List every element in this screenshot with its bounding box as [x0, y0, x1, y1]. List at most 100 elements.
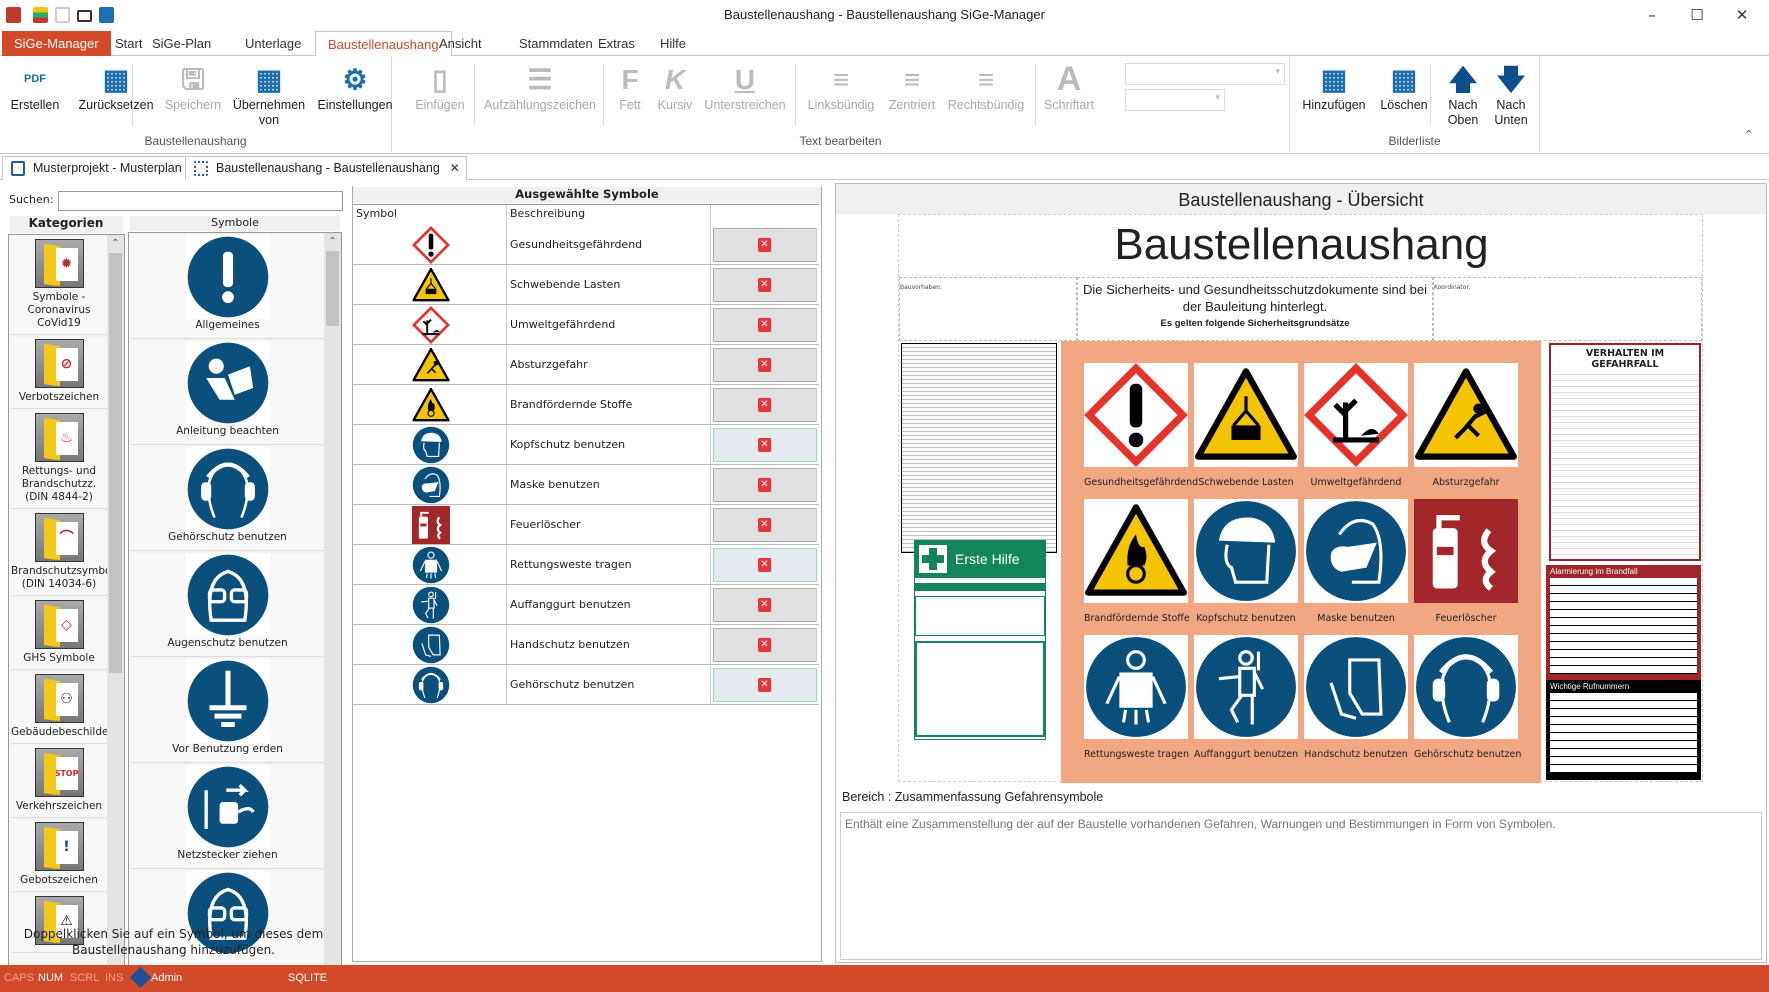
remove-symbol-button[interactable]: ✕ [713, 507, 817, 542]
search-input[interactable] [58, 191, 343, 211]
remove-symbol-button[interactable]: ✕ [713, 667, 817, 702]
poster-sign-label: Gehörschutz benutzen [1414, 749, 1522, 760]
schriftart-button[interactable]: A Schriftart [1040, 60, 1098, 113]
category-item[interactable]: ⊘ Verbotszeichen [11, 337, 107, 409]
remove-symbol-button[interactable]: ✕ [713, 587, 817, 622]
menu-tab-hilfe[interactable]: Hilfe [648, 31, 698, 56]
zentriert-button[interactable]: ≡ Zentriert [880, 60, 944, 113]
menu-tab-extras[interactable]: Extras [586, 31, 647, 56]
nach-unten-button[interactable]: 🡇 Nach Unten [1486, 60, 1536, 128]
remove-symbol-button[interactable]: ✕ [713, 427, 817, 462]
symbol-item[interactable] [131, 871, 324, 975]
column-symbol: Symbol [353, 205, 507, 225]
poster-preview[interactable]: Baustellenaushang Bauvorhaben: Die Siche… [898, 214, 1703, 783]
table-row[interactable]: Auffanggurt benutzen ✕ [353, 585, 819, 625]
symbol-item[interactable]: Augenschutz benutzen [131, 553, 324, 657]
doc-tab-musterplan[interactable]: Musterprojekt - Musterplan✕ [2, 156, 209, 180]
table-row[interactable]: Feuerlöscher ✕ [353, 505, 819, 545]
symbol-item[interactable]: Anleitung beachten [131, 341, 324, 445]
einfügen-button[interactable]: ▯ Einfügen [405, 60, 475, 113]
remove-symbol-button[interactable]: ✕ [713, 547, 817, 582]
selected-symbols-panel: Ausgewählte Symbole Symbol Beschreibung … [352, 186, 822, 962]
table-row[interactable]: Umweltgefährdend ✕ [353, 305, 819, 345]
ins-indicator: INS [105, 972, 124, 984]
symbol-item[interactable]: Gehörschutz benutzen [131, 447, 324, 551]
symbol-item[interactable]: Vor Benutzung erden [131, 659, 324, 763]
menu-tab-unterlage[interactable]: Unterlage [233, 31, 313, 56]
remove-symbol-button[interactable]: ✕ [713, 267, 817, 302]
categories-scrollbar[interactable]: ⌃⌄ [107, 235, 124, 985]
font-size-select[interactable] [1125, 89, 1225, 111]
zurücksetzen-button[interactable]: ▦ Zurücksetzen [78, 60, 154, 113]
poster-sign: Gehörschutz benutzen [1414, 635, 1522, 760]
einstellungen-button[interactable]: ⚙ Einstellungen [315, 60, 395, 113]
remove-symbol-button[interactable]: ✕ [713, 227, 817, 262]
collapse-ribbon-icon[interactable]: ⌃ [1744, 128, 1753, 141]
fett-button[interactable]: F Fett [610, 60, 650, 113]
button-label: Zurücksetzen [78, 98, 154, 112]
nach-oben-button[interactable]: 🡅 Nach Oben [1438, 60, 1488, 128]
gesundheitsgefährdend-sign-icon [353, 225, 507, 264]
übernehmen-von-button[interactable]: ▦ Übernehmen von [230, 60, 308, 128]
table-row[interactable]: Schwebende Lasten ✕ [353, 265, 819, 305]
table-row[interactable]: Gesundheitsgefährdend ✕ [353, 225, 819, 265]
scroll-thumb[interactable] [326, 251, 339, 326]
poster-sign-label: Kopfschutz benutzen [1196, 613, 1296, 624]
scroll-up-icon[interactable]: ⌃ [107, 235, 124, 252]
table-row[interactable]: Gehörschutz benutzen ✕ [353, 665, 819, 705]
category-item[interactable]: ⚇ Gebäudebeschilderung [11, 672, 124, 744]
scroll-up-icon[interactable]: ⌃ [324, 233, 341, 250]
handschutz-benutzen-sign-icon [1304, 635, 1408, 739]
poster-sign: Auffanggurt benutzen [1194, 635, 1298, 760]
unterstreichen-button[interactable]: U Unterstreichen [700, 60, 790, 113]
button-label: Speichern [164, 98, 222, 112]
category-item[interactable]: ♨ Rettungs- und Brandschutzz. (DIN 4844-2… [11, 411, 107, 509]
table-row[interactable]: Absturzgefahr ✕ [353, 345, 819, 385]
button-label: Fett [619, 98, 641, 112]
remove-symbol-button[interactable]: ✕ [713, 467, 817, 502]
menu-tab-ansicht[interactable]: Ansicht [427, 31, 494, 56]
font-family-select[interactable] [1125, 63, 1285, 85]
close-tab-icon[interactable]: ✕ [450, 161, 460, 175]
doc-tab-baustellenaushang[interactable]: Baustellenaushang - Baustellenaushang ✕ [185, 156, 467, 181]
scroll-thumb[interactable] [109, 253, 122, 673]
linksbündig-button[interactable]: ≡ Linksbündig [800, 60, 882, 113]
category-item[interactable]: ! Gebotszeichen [11, 820, 107, 892]
ribbon-group-label: Text bearbeiten [799, 134, 882, 148]
table-row[interactable]: Handschutz benutzen ✕ [353, 625, 819, 665]
close-window-button[interactable]: ✕ [1722, 4, 1762, 26]
category-item[interactable]: ⌒ Brandschutzsymbole (DIN 14034-6) [11, 511, 121, 596]
category-item[interactable]: ◇ GHS Symbole [11, 598, 107, 670]
speichern-button[interactable]: 🖫 Speichern [160, 60, 226, 113]
kursiv-button[interactable]: K Kursiv [655, 60, 695, 113]
button-label: Rechtsbündig [947, 98, 1025, 112]
poster-sign: Kopfschutz benutzen [1194, 499, 1298, 624]
app-menu-tab[interactable]: SiGe-Manager [2, 31, 111, 56]
table-row[interactable]: Brandfördernde Stoffe ✕ [353, 385, 819, 425]
symbols-scrollbar[interactable]: ⌃⌄ [324, 233, 341, 985]
symbol-item[interactable]: Allgemeines [131, 235, 324, 339]
hinzufügen-button[interactable]: ▦ Hinzufügen [1295, 60, 1373, 113]
remove-symbol-button[interactable]: ✕ [713, 387, 817, 422]
maximize-button[interactable]: ☐ [1677, 4, 1717, 26]
remove-symbol-button[interactable]: ✕ [713, 627, 817, 662]
remove-symbol-button[interactable]: ✕ [713, 307, 817, 342]
first-aid-document: Erste Hilfe [914, 540, 1046, 740]
remove-symbol-button[interactable]: ✕ [713, 347, 817, 382]
section-description[interactable]: Enthält eine Zusammenstellung der auf de… [840, 812, 1762, 960]
category-item[interactable]: ✹ Symbole - Coronavirus CoVid19 [11, 237, 107, 335]
aufzählungszeichen-button[interactable]: ☰ Aufzählungszeichen [480, 60, 600, 113]
category-item[interactable]: STOP Verkehrszeichen [11, 746, 107, 818]
table-row[interactable]: Maske benutzen ✕ [353, 465, 819, 505]
rechtsbündig-button[interactable]: ≡ Rechtsbündig [945, 60, 1027, 113]
poster-sign-label: Schwebende Lasten [1198, 477, 1294, 488]
table-row[interactable]: Kopfschutz benutzen ✕ [353, 425, 819, 465]
anleitung-beachten-sign-icon [131, 341, 324, 425]
symbol-item[interactable]: Netzstecker ziehen [131, 765, 324, 869]
löschen-button[interactable]: ▦ Löschen [1375, 60, 1433, 113]
minimize-button[interactable]: – [1632, 4, 1672, 26]
erstellen-button[interactable]: PDF Erstellen [5, 60, 65, 113]
table-row[interactable]: Rettungsweste tragen ✕ [353, 545, 819, 585]
menu-tab-sige-plan[interactable]: SiGe-Plan [140, 31, 223, 56]
gesundheitsgefährdend-sign-icon [1084, 363, 1188, 467]
